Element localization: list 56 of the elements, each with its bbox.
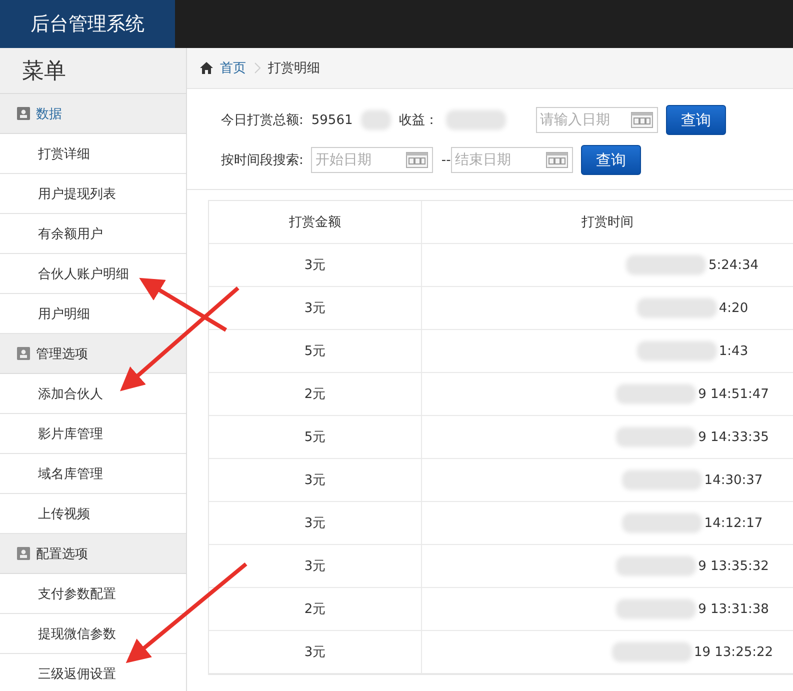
menu-section[interactable]: 管理选项 [0,334,186,374]
column-header: 打赏金额 [289,215,341,230]
user-card-icon [17,347,30,360]
calendar-icon[interactable] [630,112,653,128]
menu-item[interactable]: 支付参数配置 [0,574,186,614]
table-cell: 14:30:37 [704,472,763,488]
table-cell: 5元 [304,344,326,359]
column-header: 打赏时间 [582,215,634,230]
table-cell: 9 14:51:47 [698,386,769,402]
table-cell: 9 13:31:38 [698,602,769,616]
menu-item[interactable]: 提现微信参数 [0,614,186,654]
user-card-icon [17,107,30,120]
menu-title: 菜单 [0,48,186,94]
table-cell: 5元 [304,430,326,445]
menu-item[interactable]: 有余额用户 [0,214,186,254]
table-cell: 2元 [304,387,326,402]
breadcrumb-current: 打赏明细 [268,60,320,77]
menu-item[interactable]: 合伙人账户明细 [0,254,186,294]
table-cell: 3元 [304,559,326,574]
menu-item[interactable]: 打赏详细 [0,134,186,174]
table-cell: 9 13:35:32 [698,558,769,574]
table-cell: 3元 [304,301,326,316]
table-cell: 3元 [304,258,326,273]
menu-section[interactable]: 数据 [0,94,186,134]
menu-item[interactable]: 用户提现列表 [0,174,186,214]
query-button[interactable]: 查询 [666,105,726,135]
menu-item[interactable]: 影片库管理 [0,414,186,454]
range-label: 按时间段搜索: [221,152,304,169]
blur-mask [446,110,506,130]
home-icon [199,61,214,75]
income-label: 收益： [398,112,438,129]
menu-item[interactable]: 三级返佣设置 [0,654,186,691]
table-cell: 3元 [304,516,326,531]
table-cell: 9 14:33:35 [698,430,769,444]
table-cell: 3元 [304,645,326,660]
calendar-icon[interactable] [406,152,428,168]
calendar-icon[interactable] [546,152,568,168]
table-cell: 5:24:34 [708,258,759,272]
menu-section[interactable]: 配置选项 [0,534,186,574]
breadcrumb-link[interactable]: 首页 [220,59,246,77]
table-cell: 2元 [304,602,326,617]
chevron-icon [252,62,262,74]
table-cell: 19 13:25:22 [694,644,774,660]
table-cell: 1:43 [718,344,748,358]
total-label: 今日打赏总额: [221,112,304,129]
menu-item[interactable]: 域名库管理 [0,454,186,494]
app-title: 后台管理系统 [0,0,175,48]
table-cell: 3元 [304,473,326,488]
menu-item[interactable]: 添加合伙人 [0,374,186,414]
total-value: 59561 [311,112,353,128]
range-separator: -- [441,152,451,168]
table-cell: 4:20 [718,300,748,316]
query-button[interactable]: 查询 [580,145,641,175]
user-card-icon [17,547,30,560]
blur-mask [360,110,391,130]
table-cell: 14:12:17 [704,516,763,530]
